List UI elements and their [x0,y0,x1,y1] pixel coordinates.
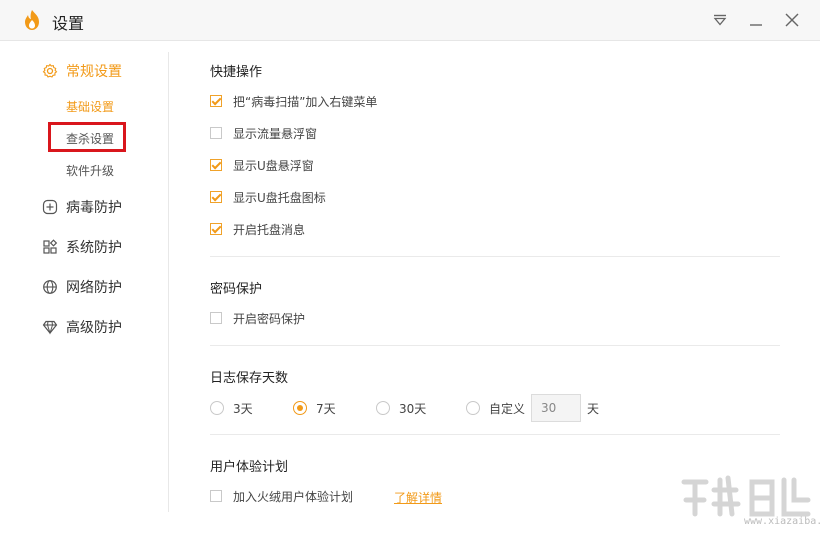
sidebar-divider [168,52,169,512]
sidebar-item-system-protection[interactable]: 系统防护 [42,236,122,258]
radio-7-days[interactable]: 7天 [293,400,336,416]
learn-more-link[interactable]: 了解详情 [394,489,442,506]
option-label: 开启密码保护 [233,311,306,326]
window-title: 设置 [52,14,85,33]
sidebar-item-label: 高级防护 [66,320,122,336]
option-label: 加入火绒用户体验计划 [233,489,354,504]
sidebar-item-label: 病毒防护 [66,200,122,216]
sidebar-item-label: 网络防护 [66,280,122,296]
sidebar-item-general[interactable]: 常规设置 [42,60,122,82]
option-label: 把“病毒扫描”加入右键菜单 [233,94,378,109]
sidebar-item-virus-protection[interactable]: 病毒防护 [42,196,122,218]
option-right-click-scan[interactable]: 把“病毒扫描”加入右键菜单 [210,93,377,109]
radio-30-days[interactable]: 30天 [376,400,426,416]
usb-float-checkbox[interactable] [210,159,222,171]
gear-icon [42,63,58,78]
option-usb-tray-icon[interactable]: 显示U盘托盘图标 [210,189,326,205]
option-usb-float[interactable]: 显示U盘悬浮窗 [210,157,314,173]
plus-circle-icon [42,199,58,215]
sub-item-software-upgrade[interactable]: 软件升级 [66,162,114,179]
option-user-experience[interactable]: 加入火绒用户体验计划 [210,488,353,504]
close-icon [785,13,799,27]
log-days-title: 日志保存天数 [210,371,289,386]
radio-button[interactable] [376,401,390,415]
watermark-text: www.xiazaiba.com [744,516,820,527]
option-label: 开启托盘消息 [233,222,306,237]
right-click-scan-checkbox[interactable] [210,95,222,107]
radio-button[interactable] [210,401,224,415]
option-traffic-float[interactable]: 显示流量悬浮窗 [210,125,317,141]
traffic-float-checkbox[interactable] [210,127,222,139]
section-divider [210,434,780,435]
option-label: 显示流量悬浮窗 [233,126,318,141]
radio-button[interactable] [293,401,307,415]
radio-label: 自定义 [489,401,526,416]
minimize-icon [750,24,762,26]
title-bar: 设置 [0,0,820,41]
section-divider [210,256,780,257]
sidebar-item-label: 系统防护 [66,240,122,256]
tray-messages-checkbox[interactable] [210,223,222,235]
radio-3-days[interactable]: 3天 [210,400,253,416]
radio-button[interactable] [466,401,480,415]
password-title: 密码保护 [210,282,263,297]
password-protection-checkbox[interactable] [210,312,222,324]
section-divider [210,345,780,346]
dropdown-menu-icon [713,14,727,26]
option-password-protection[interactable]: 开启密码保护 [210,310,305,326]
dropdown-menu-button[interactable] [707,8,733,32]
radio-label: 30天 [399,401,427,416]
radio-label: 7天 [316,401,336,416]
option-tray-messages[interactable]: 开启托盘消息 [210,221,305,237]
user-experience-checkbox[interactable] [210,490,222,502]
grid-icon [43,239,58,254]
minimize-button[interactable] [743,8,769,32]
sidebar-item-advanced-protection[interactable]: 高级防护 [42,316,122,338]
sidebar-item-network-protection[interactable]: 网络防护 [42,276,122,298]
quick-ops-title: 快捷操作 [210,65,263,80]
sidebar-item-label: 常规设置 [66,64,122,80]
custom-days-input[interactable]: 30 [531,394,581,422]
radio-custom[interactable]: 自定义 [466,400,525,416]
close-button[interactable] [779,8,805,32]
radio-label: 3天 [233,401,253,416]
option-label: 显示U盘悬浮窗 [233,158,314,173]
globe-icon [43,280,57,294]
highlight-box [48,122,126,152]
diamond-icon [42,320,58,335]
sub-item-basic-settings[interactable]: 基础设置 [66,98,114,115]
experience-title: 用户体验计划 [210,460,289,475]
days-unit-label: 天 [587,402,600,416]
option-label: 显示U盘托盘图标 [233,190,326,205]
huorong-logo-icon [25,10,39,30]
usb-tray-icon-checkbox[interactable] [210,191,222,203]
